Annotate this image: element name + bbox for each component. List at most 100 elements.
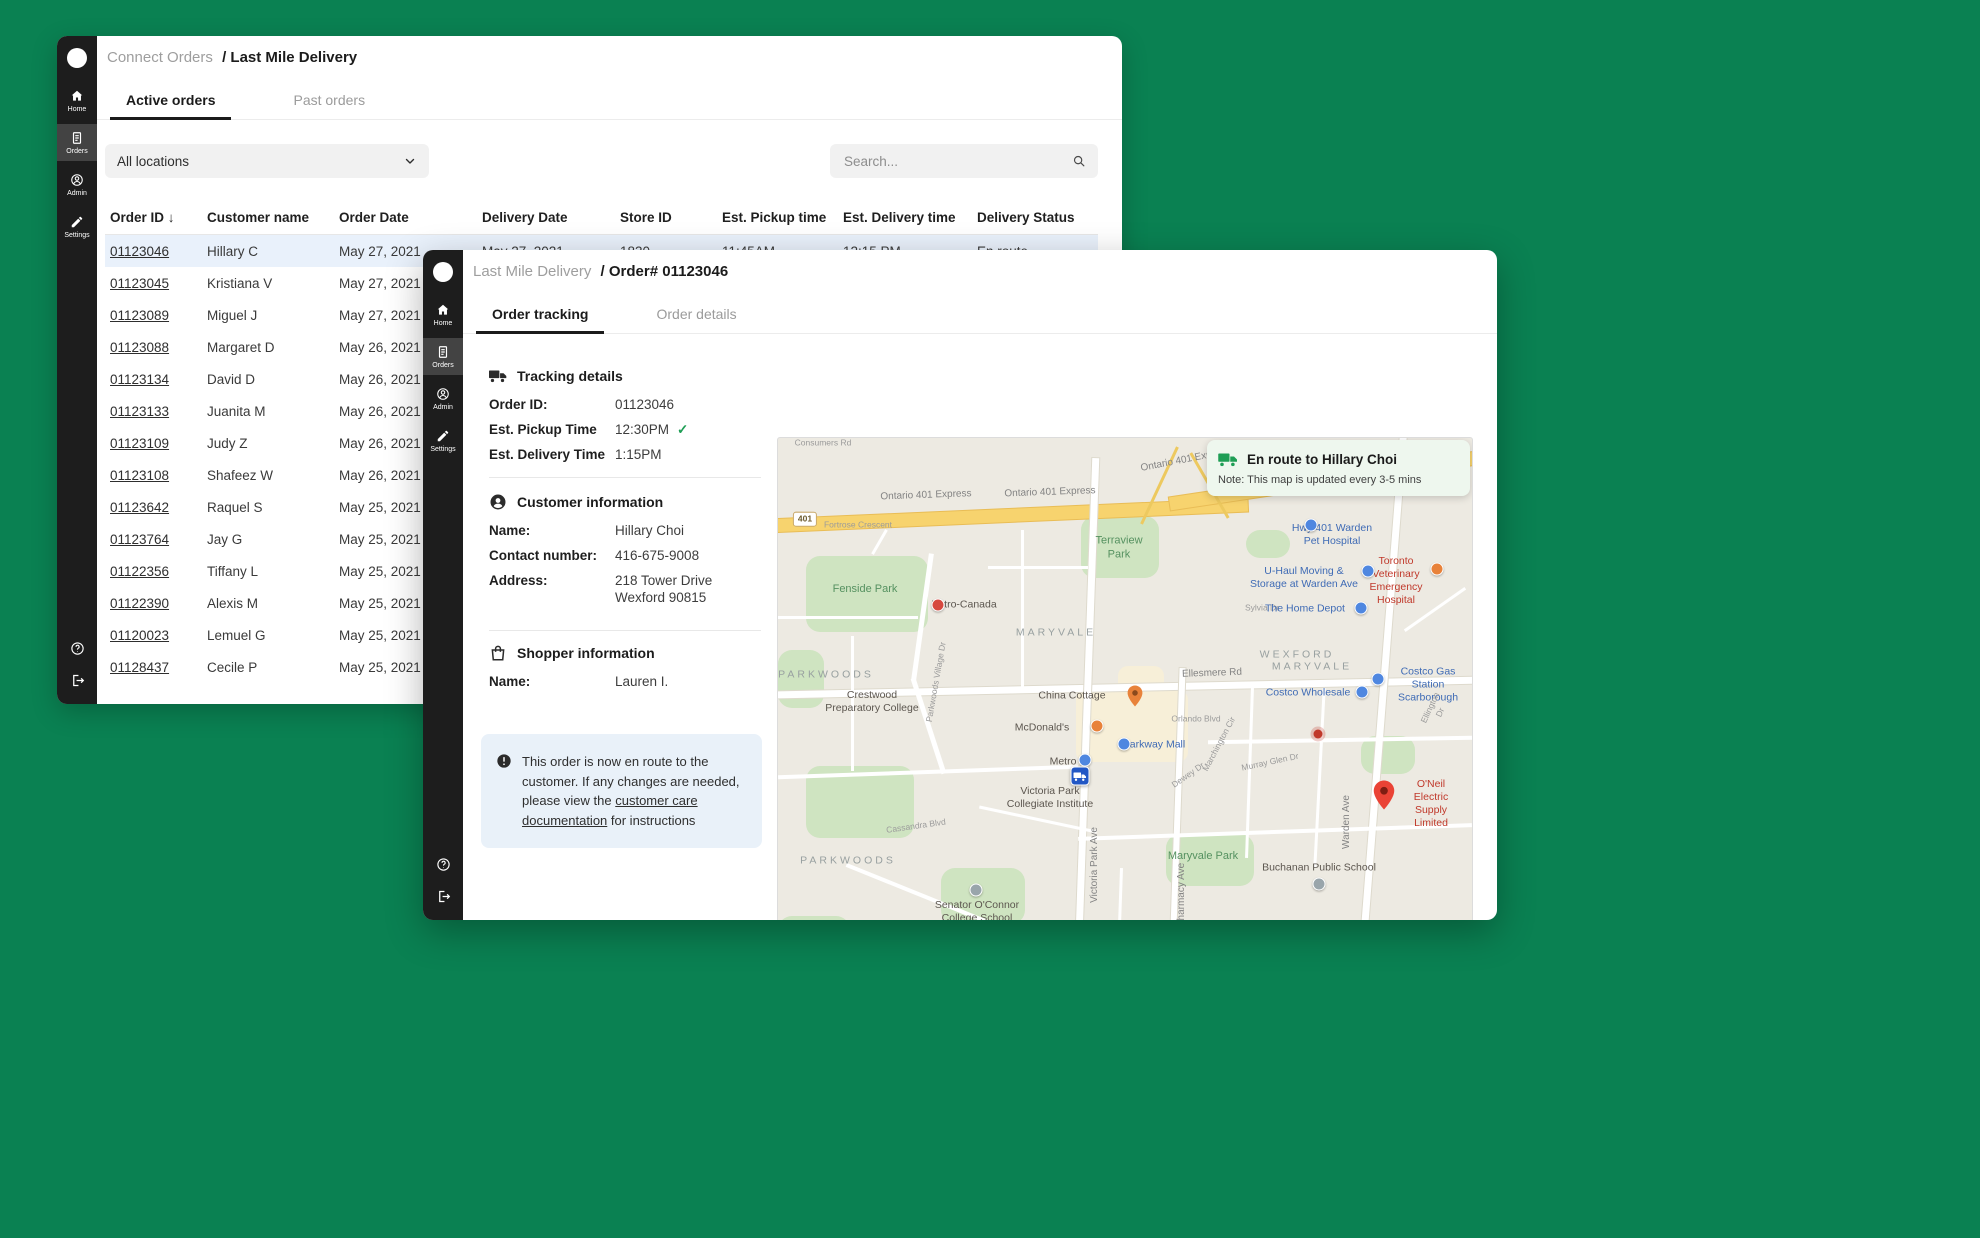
order-id-link[interactable]: 01123089 — [110, 308, 207, 323]
map-marker-mcdonalds[interactable] — [1091, 720, 1104, 733]
map-marker-pet-hospital[interactable] — [1305, 519, 1318, 532]
notice-text: This order is now en route to the custom… — [522, 752, 747, 830]
tab-active-orders[interactable]: Active orders — [110, 92, 231, 120]
table-cell: Miguel J — [207, 308, 339, 323]
shopper-name-label: Name: — [489, 673, 615, 690]
map-label: Crestwood Preparatory College — [825, 689, 918, 715]
map-park-area — [1246, 530, 1290, 558]
app-logo[interactable] — [67, 48, 87, 68]
map-marker-costco-wholesale[interactable] — [1356, 686, 1369, 699]
table-cell: Raquel S — [207, 500, 339, 515]
order-id-link[interactable]: 01123642 — [110, 500, 207, 515]
destination-pin[interactable] — [1374, 781, 1395, 810]
column-header[interactable]: Delivery Date — [482, 210, 620, 225]
location-dropdown[interactable]: All locations — [105, 144, 429, 178]
order-id-link[interactable]: 01122356 — [110, 564, 207, 579]
map-marker-parkway-mall[interactable] — [1118, 738, 1131, 751]
order-id-link[interactable]: 01128437 — [110, 660, 207, 675]
map-label: Toronto Veterinary Emergency Hospital — [1358, 555, 1434, 608]
sidebar-item-label: Admin — [67, 190, 87, 197]
sidebar-item-home[interactable]: Home — [57, 82, 97, 119]
sidebar-item-admin[interactable]: Admin — [57, 166, 97, 203]
map-label: Ellesmere Rd — [1182, 667, 1242, 682]
sidebar-item-settings[interactable]: Settings — [423, 422, 463, 459]
customer-information-title: Customer information — [517, 494, 663, 510]
sidebar-item-label: Settings — [430, 446, 455, 453]
customer-name-value: Hillary Choi — [615, 522, 684, 539]
search-input[interactable] — [842, 153, 1064, 170]
map-marker-metro[interactable] — [1079, 754, 1092, 767]
logout-button[interactable] — [70, 673, 85, 688]
search-icon[interactable] — [1072, 154, 1086, 168]
map-marker-costco-gas-station[interactable] — [1372, 673, 1385, 686]
order-id-link[interactable]: 01123046 — [110, 244, 207, 259]
order-id-link[interactable]: 01122390 — [110, 596, 207, 611]
breadcrumb-current-label: Last Mile Delivery — [230, 49, 357, 66]
map-label: The Home Depot — [1265, 602, 1345, 615]
sidebar-item-label: Admin — [433, 404, 453, 411]
sort-desc-icon[interactable]: ↓ — [164, 210, 175, 225]
order-id-link[interactable]: 01123764 — [110, 532, 207, 547]
column-header[interactable]: Order ID ↓ — [110, 210, 207, 225]
help-button[interactable] — [70, 641, 85, 656]
tracking-details-title: Tracking details — [517, 368, 623, 384]
column-header[interactable]: Delivery Status — [977, 210, 1098, 225]
sidebar-item-label: Orders — [66, 148, 87, 155]
divider — [489, 477, 761, 478]
column-header[interactable]: Order Date — [339, 210, 482, 225]
map-label: MARYVALE — [1272, 660, 1352, 673]
breadcrumb-parent[interactable]: Last Mile Delivery — [473, 263, 591, 280]
notice-post: for instructions — [607, 813, 695, 828]
logout-button[interactable] — [436, 889, 451, 904]
search-box[interactable] — [830, 144, 1098, 178]
column-header[interactable]: Customer name — [207, 210, 339, 225]
order-id-link[interactable]: 01123088 — [110, 340, 207, 355]
help-button[interactable] — [436, 857, 451, 872]
map-label: Ontario 401 Express — [880, 488, 972, 504]
map-marker-home-depot[interactable] — [1355, 602, 1368, 615]
order-id-link[interactable]: 01120023 — [110, 628, 207, 643]
address-row: Address: 218 Tower DriveWexford 90815 — [489, 572, 773, 606]
tab-past-orders[interactable]: Past orders — [277, 92, 381, 119]
map-marker-china-cottage[interactable] — [1128, 686, 1143, 707]
column-header[interactable]: Est. Delivery time — [843, 210, 977, 225]
address-value: 218 Tower DriveWexford 90815 — [615, 572, 712, 606]
sidebar-item-orders[interactable]: Orders — [423, 338, 463, 375]
sidebar-item-admin[interactable]: Admin — [423, 380, 463, 417]
order-id-link[interactable]: 01123133 — [110, 404, 207, 419]
table-cell: Jay G — [207, 532, 339, 547]
app-logo[interactable] — [433, 262, 453, 282]
bag-icon — [489, 644, 507, 662]
breadcrumb-current: / Last Mile Delivery — [222, 49, 357, 66]
column-header[interactable]: Est. Pickup time — [722, 210, 843, 225]
map-label: Ontario 401 Expr — [1140, 449, 1217, 476]
sidebar-item-orders[interactable]: Orders — [57, 124, 97, 161]
breadcrumb-separator: / — [601, 263, 605, 280]
tab-order-tracking[interactable]: Order tracking — [476, 306, 604, 334]
map-marker-location-dot[interactable] — [1314, 730, 1323, 739]
delivery-truck-marker[interactable] — [1071, 767, 1090, 786]
sidebar-item-settings[interactable]: Settings — [57, 208, 97, 245]
front-sidebar: Home Orders Admin Settings — [423, 250, 463, 920]
map-label: Senator O'Connor College School — [935, 899, 1019, 920]
map[interactable]: Consumers Rd401Ontario 401 ExpressOntari… — [777, 437, 1473, 920]
sidebar-item-home[interactable]: Home — [423, 296, 463, 333]
order-id-link[interactable]: 01123109 — [110, 436, 207, 451]
breadcrumb-current-label: Order# 01123046 — [609, 263, 728, 280]
map-label: Victoria Park Ave — [1089, 827, 1102, 903]
map-marker-u-haul[interactable] — [1362, 565, 1375, 578]
contact-number-label: Contact number: — [489, 547, 615, 564]
sidebar-item-label: Home — [68, 106, 87, 113]
map-marker-petro-canada[interactable] — [932, 599, 945, 612]
tab-order-details[interactable]: Order details — [640, 306, 752, 333]
map-marker-senator-oconnor-school[interactable] — [970, 884, 983, 897]
breadcrumb-parent[interactable]: Connect Orders — [107, 49, 213, 66]
map-road — [778, 616, 918, 619]
shopper-name-value: Lauren I. — [615, 673, 668, 690]
order-id-link[interactable]: 01123045 — [110, 276, 207, 291]
map-marker-toronto-veterinary[interactable] — [1431, 563, 1444, 576]
order-id-link[interactable]: 01123108 — [110, 468, 207, 483]
order-id-link[interactable]: 01123134 — [110, 372, 207, 387]
map-marker-buchanan-school[interactable] — [1313, 878, 1326, 891]
column-header[interactable]: Store ID — [620, 210, 722, 225]
